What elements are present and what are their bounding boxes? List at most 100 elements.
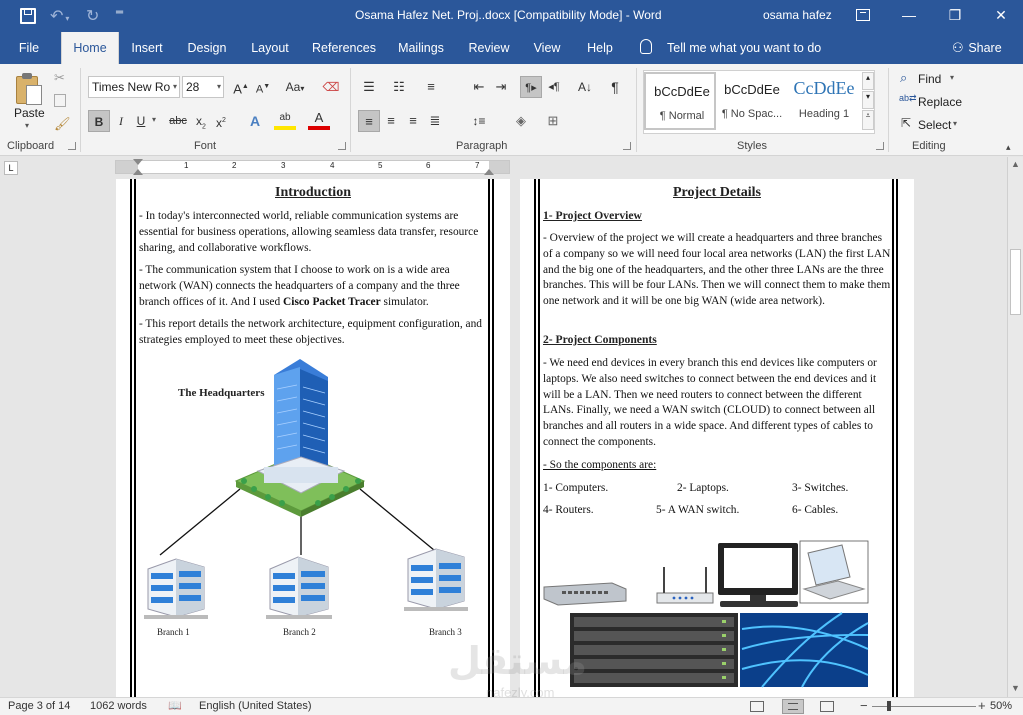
clipboard-dialog-launcher[interactable] <box>68 142 76 150</box>
page-right[interactable]: Project Details 1- Project Overview - Ov… <box>520 179 914 697</box>
show-formatting-marks-icon[interactable]: ¶ <box>604 76 626 98</box>
ribbon-display-options-icon[interactable] <box>856 9 870 21</box>
styles-dialog-launcher[interactable] <box>876 142 884 150</box>
group-separator <box>350 68 351 152</box>
tab-mailings[interactable]: Mailings <box>392 32 450 64</box>
ltr-direction-icon[interactable]: ¶▸ <box>520 76 542 98</box>
shading-icon[interactable]: ◈ <box>510 110 532 132</box>
right-indent-marker[interactable] <box>484 169 494 175</box>
italic-button[interactable]: I <box>110 110 132 132</box>
line-spacing-icon[interactable]: ↕≡ <box>468 110 490 132</box>
minimize-button[interactable]: — <box>886 0 932 32</box>
vertical-scrollbar[interactable]: ▲ ▼ <box>1007 157 1023 697</box>
font-size-combo[interactable]: 28 ▾ <box>182 76 224 98</box>
zoom-out-button[interactable]: − <box>860 698 868 713</box>
find-dropdown-icon[interactable]: ▾ <box>950 73 954 82</box>
print-layout-icon[interactable] <box>782 699 804 714</box>
increase-indent-icon[interactable]: ⇥ <box>490 76 512 98</box>
zoom-in-button[interactable]: + <box>978 698 986 713</box>
restore-button[interactable]: ❐ <box>932 0 978 32</box>
ruler-tick-label: 6 <box>426 161 431 170</box>
tab-review[interactable]: Review <box>464 32 514 64</box>
tell-me-search[interactable]: Tell me what you want to do <box>667 32 823 64</box>
rtl-direction-icon[interactable]: ◂¶ <box>543 76 565 98</box>
page-left[interactable]: Introduction - In today's interconnected… <box>116 179 510 697</box>
font-dialog-launcher[interactable] <box>338 142 346 150</box>
font-name-combo[interactable]: Times New Ro ▾ <box>88 76 180 98</box>
justify-icon[interactable]: ≣ <box>424 110 446 132</box>
tab-references[interactable]: References <box>307 32 381 64</box>
read-mode-icon[interactable] <box>750 701 764 712</box>
redo-icon[interactable]: ↻ <box>86 6 104 26</box>
user-name[interactable]: osama hafez <box>763 8 832 22</box>
borders-icon[interactable]: ⊞ <box>542 110 564 132</box>
share-button[interactable]: Share <box>968 32 1002 64</box>
document-canvas[interactable]: Introduction - In today's interconnected… <box>0 179 1007 697</box>
multilevel-list-icon[interactable]: ≡ <box>420 76 442 98</box>
find-button[interactable]: Find <box>918 72 941 86</box>
hanging-indent-marker[interactable] <box>133 169 143 175</box>
tab-file[interactable]: File <box>8 32 50 64</box>
grow-font-icon[interactable]: A▲ <box>230 76 252 98</box>
close-button[interactable]: ✕ <box>978 0 1023 32</box>
scroll-thumb[interactable] <box>1010 249 1021 315</box>
bold-button[interactable]: B <box>88 110 110 132</box>
strikethrough-button[interactable]: abc <box>166 110 190 132</box>
word-count[interactable]: 1062 words <box>90 700 147 712</box>
select-dropdown-icon[interactable]: ▾ <box>953 119 957 128</box>
superscript-button[interactable]: x2 <box>210 110 232 132</box>
change-case-button[interactable]: Aa▾ <box>280 76 310 98</box>
collapse-ribbon-icon[interactable]: ▴ <box>1006 142 1011 153</box>
proofing-icon[interactable]: 📖 <box>168 699 182 713</box>
tab-insert[interactable]: Insert <box>124 32 170 64</box>
align-right-icon[interactable]: ≡ <box>402 110 424 132</box>
underline-dropdown-icon[interactable]: ▾ <box>152 115 156 124</box>
tab-view[interactable]: View <box>528 32 566 64</box>
subscript-button[interactable]: x2 <box>190 110 212 132</box>
tab-layout[interactable]: Layout <box>245 32 295 64</box>
clear-formatting-icon[interactable]: ⌫ <box>320 76 342 98</box>
highlight-color-icon[interactable]: ab <box>274 110 296 130</box>
paste-icon[interactable] <box>14 72 44 108</box>
paragraph-dialog-launcher[interactable] <box>623 142 631 150</box>
styles-more-icon[interactable]: ⩡ <box>862 110 874 130</box>
scroll-up-arrow-icon[interactable]: ▲ <box>1011 159 1020 169</box>
tab-help[interactable]: Help <box>580 32 620 64</box>
style-normal[interactable]: bCcDdEe ¶ Normal <box>644 72 716 130</box>
copy-icon[interactable] <box>54 94 66 107</box>
bullets-icon[interactable]: ☰ <box>358 76 380 98</box>
select-button[interactable]: Select <box>918 118 951 132</box>
save-icon[interactable] <box>20 8 36 24</box>
scroll-down-arrow-icon[interactable]: ▼ <box>1011 683 1020 693</box>
format-painter-icon[interactable]: 🖌 <box>54 116 71 132</box>
font-color-icon[interactable]: A <box>308 110 330 130</box>
styles-scroll-up-icon[interactable]: ▴ <box>862 72 874 90</box>
style-no-spacing[interactable]: bCcDdEe ¶ No Spac... <box>716 72 788 130</box>
web-layout-icon[interactable] <box>820 701 834 712</box>
cut-icon[interactable]: ✂ <box>54 70 65 86</box>
align-center-icon[interactable]: ≡ <box>380 110 402 132</box>
sort-icon[interactable]: A↓ <box>574 76 596 98</box>
first-line-indent-marker[interactable] <box>133 159 143 165</box>
page-count[interactable]: Page 3 of 14 <box>8 700 70 712</box>
align-left-icon[interactable]: ≡ <box>358 110 380 132</box>
tab-selector-icon[interactable]: L <box>4 161 18 175</box>
text-effects-icon[interactable]: A <box>244 110 266 132</box>
paste-button[interactable]: Paste <box>14 106 45 120</box>
style-heading-1[interactable]: CcDdEe Heading 1 <box>788 72 860 130</box>
shrink-font-icon[interactable]: A▼ <box>252 76 274 98</box>
underline-button[interactable]: U <box>132 110 150 132</box>
tab-design[interactable]: Design <box>182 32 232 64</box>
tab-home[interactable]: Home <box>61 32 119 64</box>
language[interactable]: English (United States) <box>199 700 312 712</box>
zoom-slider-thumb[interactable] <box>887 701 891 711</box>
zoom-level[interactable]: 50% <box>990 700 1012 712</box>
horizontal-ruler[interactable]: 1 2 3 4 5 6 7 <box>115 159 510 175</box>
customize-qat-icon[interactable]: ═ <box>116 7 123 18</box>
undo-icon[interactable]: ↶ ▾ <box>50 6 76 26</box>
numbering-icon[interactable]: ☷ <box>388 76 410 98</box>
decrease-indent-icon[interactable]: ⇤ <box>468 76 490 98</box>
styles-scroll-down-icon[interactable]: ▾ <box>862 91 874 109</box>
paste-dropdown-icon[interactable]: ▾ <box>25 121 29 130</box>
replace-button[interactable]: Replace <box>918 95 962 109</box>
